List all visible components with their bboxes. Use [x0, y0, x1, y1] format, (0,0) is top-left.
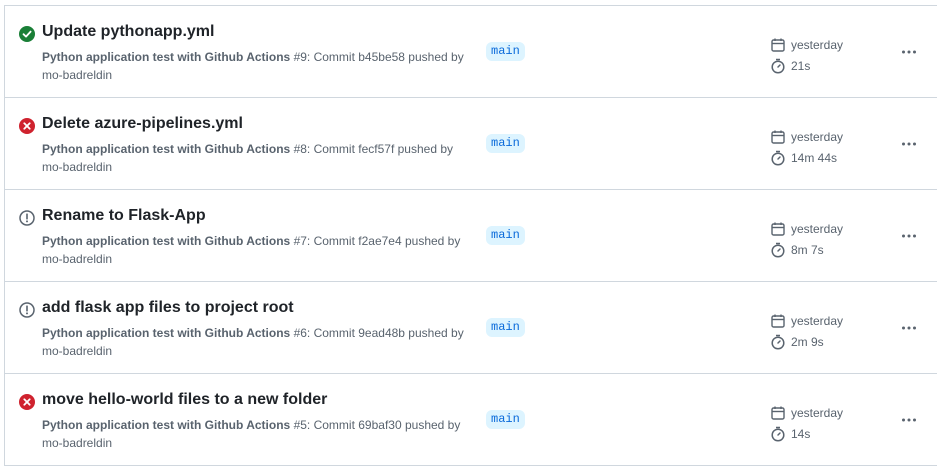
- workflow-run-row[interactable]: add flask app files to project root Pyth…: [5, 282, 937, 374]
- x-circle-icon: [19, 394, 35, 410]
- run-timing: yesterday 14s: [770, 402, 843, 444]
- alert-circle-icon: [19, 302, 35, 318]
- check-circle-icon: [19, 26, 35, 42]
- workflow-name: Python application test with Github Acti…: [42, 234, 291, 248]
- workflow-name: Python application test with Github Acti…: [42, 50, 291, 64]
- run-meta: Python application test with Github Acti…: [42, 140, 472, 176]
- run-menu-button[interactable]: [897, 412, 921, 428]
- run-meta: Python application test with Github Acti…: [42, 324, 472, 360]
- run-title-link[interactable]: Update pythonapp.yml: [42, 23, 214, 41]
- workflow-run-row[interactable]: move hello-world files to a new folder P…: [5, 374, 937, 466]
- workflow-run-row[interactable]: Delete azure-pipelines.yml Python applic…: [5, 98, 937, 190]
- run-date: yesterday: [791, 221, 844, 236]
- calendar-icon: [771, 38, 785, 52]
- x-circle-icon: [19, 118, 35, 134]
- run-duration: 14m 44s: [791, 150, 838, 165]
- run-menu-button[interactable]: [897, 320, 921, 336]
- workflow-name: Python application test with Github Acti…: [42, 326, 291, 340]
- workflow-run-row[interactable]: Update pythonapp.yml Python application …: [5, 6, 937, 98]
- run-menu-button[interactable]: [897, 44, 921, 60]
- workflow-runs-list: Update pythonapp.yml Python application …: [4, 5, 937, 466]
- run-duration: 14s: [791, 426, 811, 441]
- stopwatch-icon: [771, 242, 785, 258]
- run-meta: Python application test with Github Acti…: [42, 416, 472, 452]
- stopwatch-icon: [771, 334, 785, 350]
- run-title-link[interactable]: Rename to Flask-App: [42, 207, 206, 225]
- run-date: yesterday: [791, 313, 844, 328]
- workflow-run-row[interactable]: Rename to Flask-App Python application t…: [5, 190, 937, 282]
- stopwatch-icon: [771, 426, 785, 442]
- run-title-link[interactable]: Delete azure-pipelines.yml: [42, 115, 243, 133]
- alert-circle-icon: [19, 210, 35, 226]
- run-menu-button[interactable]: [897, 136, 921, 152]
- calendar-icon: [771, 406, 785, 420]
- run-title-link[interactable]: add flask app files to project root: [42, 299, 294, 317]
- run-meta: Python application test with Github Acti…: [42, 232, 472, 268]
- run-timing: yesterday 21s: [770, 34, 843, 76]
- run-duration: 21s: [791, 58, 811, 73]
- calendar-icon: [771, 222, 785, 236]
- calendar-icon: [771, 314, 785, 328]
- run-date: yesterday: [791, 129, 844, 144]
- run-duration: 2m 9s: [791, 334, 824, 349]
- branch-badge[interactable]: main: [486, 318, 525, 337]
- branch-badge[interactable]: main: [486, 134, 525, 153]
- stopwatch-icon: [771, 150, 785, 166]
- kebab-horizontal-icon: [902, 142, 916, 146]
- kebab-horizontal-icon: [902, 326, 916, 330]
- run-menu-button[interactable]: [897, 228, 921, 244]
- stopwatch-icon: [771, 58, 785, 74]
- workflow-name: Python application test with Github Acti…: [42, 142, 291, 156]
- run-date: yesterday: [791, 37, 844, 52]
- kebab-horizontal-icon: [902, 234, 916, 238]
- run-timing: yesterday 8m 7s: [770, 218, 843, 260]
- branch-badge[interactable]: main: [486, 42, 525, 61]
- run-timing: yesterday 14m 44s: [770, 126, 843, 168]
- kebab-horizontal-icon: [902, 418, 916, 422]
- branch-badge[interactable]: main: [486, 226, 525, 245]
- run-title-link[interactable]: move hello-world files to a new folder: [42, 391, 327, 409]
- workflow-name: Python application test with Github Acti…: [42, 418, 291, 432]
- calendar-icon: [771, 130, 785, 144]
- run-timing: yesterday 2m 9s: [770, 310, 843, 352]
- run-duration: 8m 7s: [791, 242, 824, 257]
- run-meta: Python application test with Github Acti…: [42, 48, 472, 84]
- run-date: yesterday: [791, 405, 844, 420]
- kebab-horizontal-icon: [902, 50, 916, 54]
- branch-badge[interactable]: main: [486, 410, 525, 429]
